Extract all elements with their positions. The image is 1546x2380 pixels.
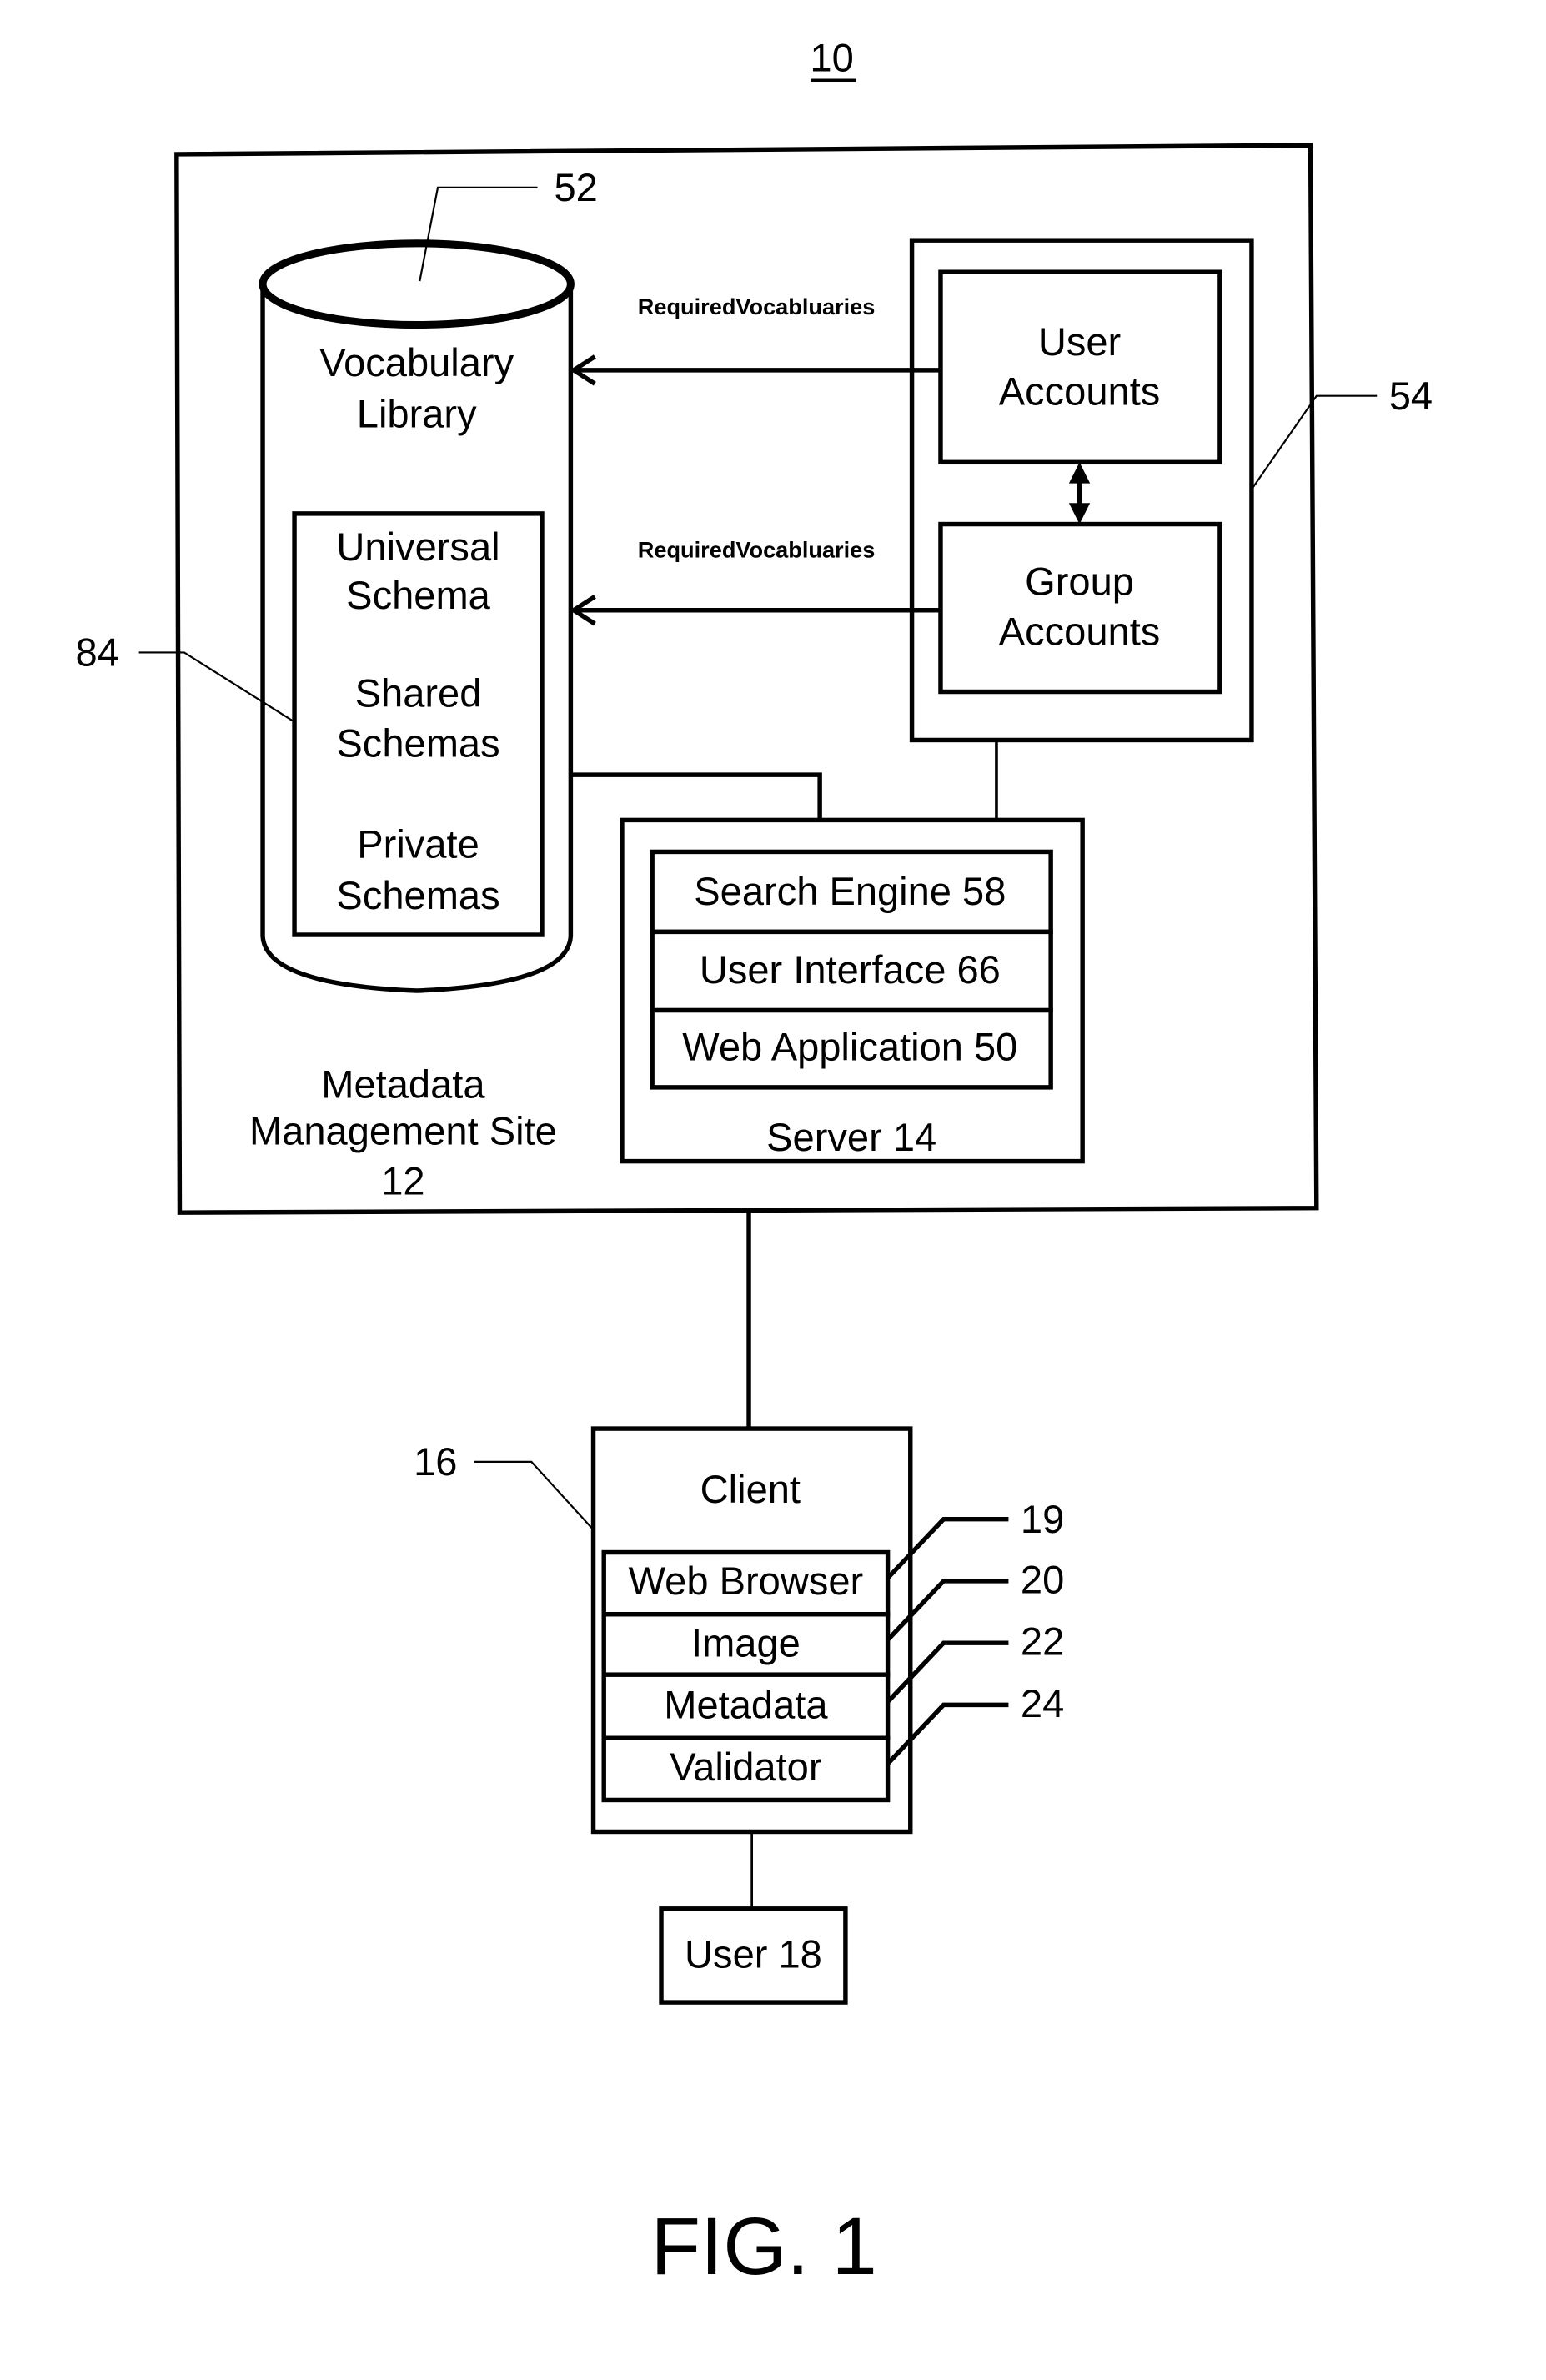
user-accounts-label-1: User — [1038, 319, 1121, 364]
leader-16 — [474, 1460, 595, 1531]
schema-shared-2: Schemas — [336, 721, 499, 765]
server-component-label: User Interface 66 — [700, 947, 1001, 992]
group-accounts-label-1: Group — [1025, 560, 1134, 604]
vocabulary-library-title-2: Library — [357, 392, 477, 436]
schema-shared-1: Shared — [355, 671, 482, 716]
user-accounts-label-2: Accounts — [999, 369, 1161, 414]
schema-universal-2: Schema — [346, 573, 490, 617]
client-component-label: Image — [691, 1620, 801, 1664]
diagram: 10 Vocabulary Library 52 Universal Schem… — [76, 35, 1433, 2292]
client-label: Client — [700, 1467, 801, 1511]
required-vocabularies-label-1: RequiredVocabluaries — [638, 294, 876, 319]
server-label: Server 14 — [766, 1115, 936, 1159]
ref-52: 52 — [554, 165, 597, 209]
ref-16: 16 — [414, 1439, 457, 1484]
ref-22: 22 — [1021, 1619, 1064, 1664]
site-title-3: 12 — [381, 1158, 424, 1203]
group-accounts-box[interactable] — [938, 521, 1222, 695]
figure-caption: FIG. 1 — [650, 2201, 877, 2292]
schema-universal-1: Universal — [336, 525, 499, 569]
schema-private-1: Private — [357, 822, 479, 866]
figure-number: 10 — [810, 35, 853, 79]
vocabulary-library-title-1: Vocabulary — [319, 340, 514, 384]
site-title-1: Metadata — [321, 1062, 485, 1107]
client-component-label: Web Browser — [629, 1559, 864, 1603]
required-vocabularies-label-2: RequiredVocabluaries — [638, 536, 876, 562]
client-component-label: Validator — [670, 1745, 821, 1789]
user-label: User 18 — [685, 1931, 822, 1976]
ref-84: 84 — [76, 630, 119, 675]
user-accounts-box[interactable] — [938, 269, 1222, 465]
schema-private-2: Schemas — [336, 873, 499, 917]
ref-19: 19 — [1021, 1497, 1064, 1541]
server-component-label: Search Engine 58 — [694, 869, 1006, 913]
ref-20: 20 — [1021, 1557, 1064, 1601]
ref-24: 24 — [1021, 1681, 1064, 1725]
ref-54: 54 — [1389, 374, 1433, 418]
site-title-2: Management Site — [249, 1109, 557, 1153]
server-component-label: Web Application 50 — [682, 1024, 1017, 1068]
group-accounts-label-2: Accounts — [999, 609, 1161, 653]
client-component-label: Metadata — [664, 1683, 828, 1727]
